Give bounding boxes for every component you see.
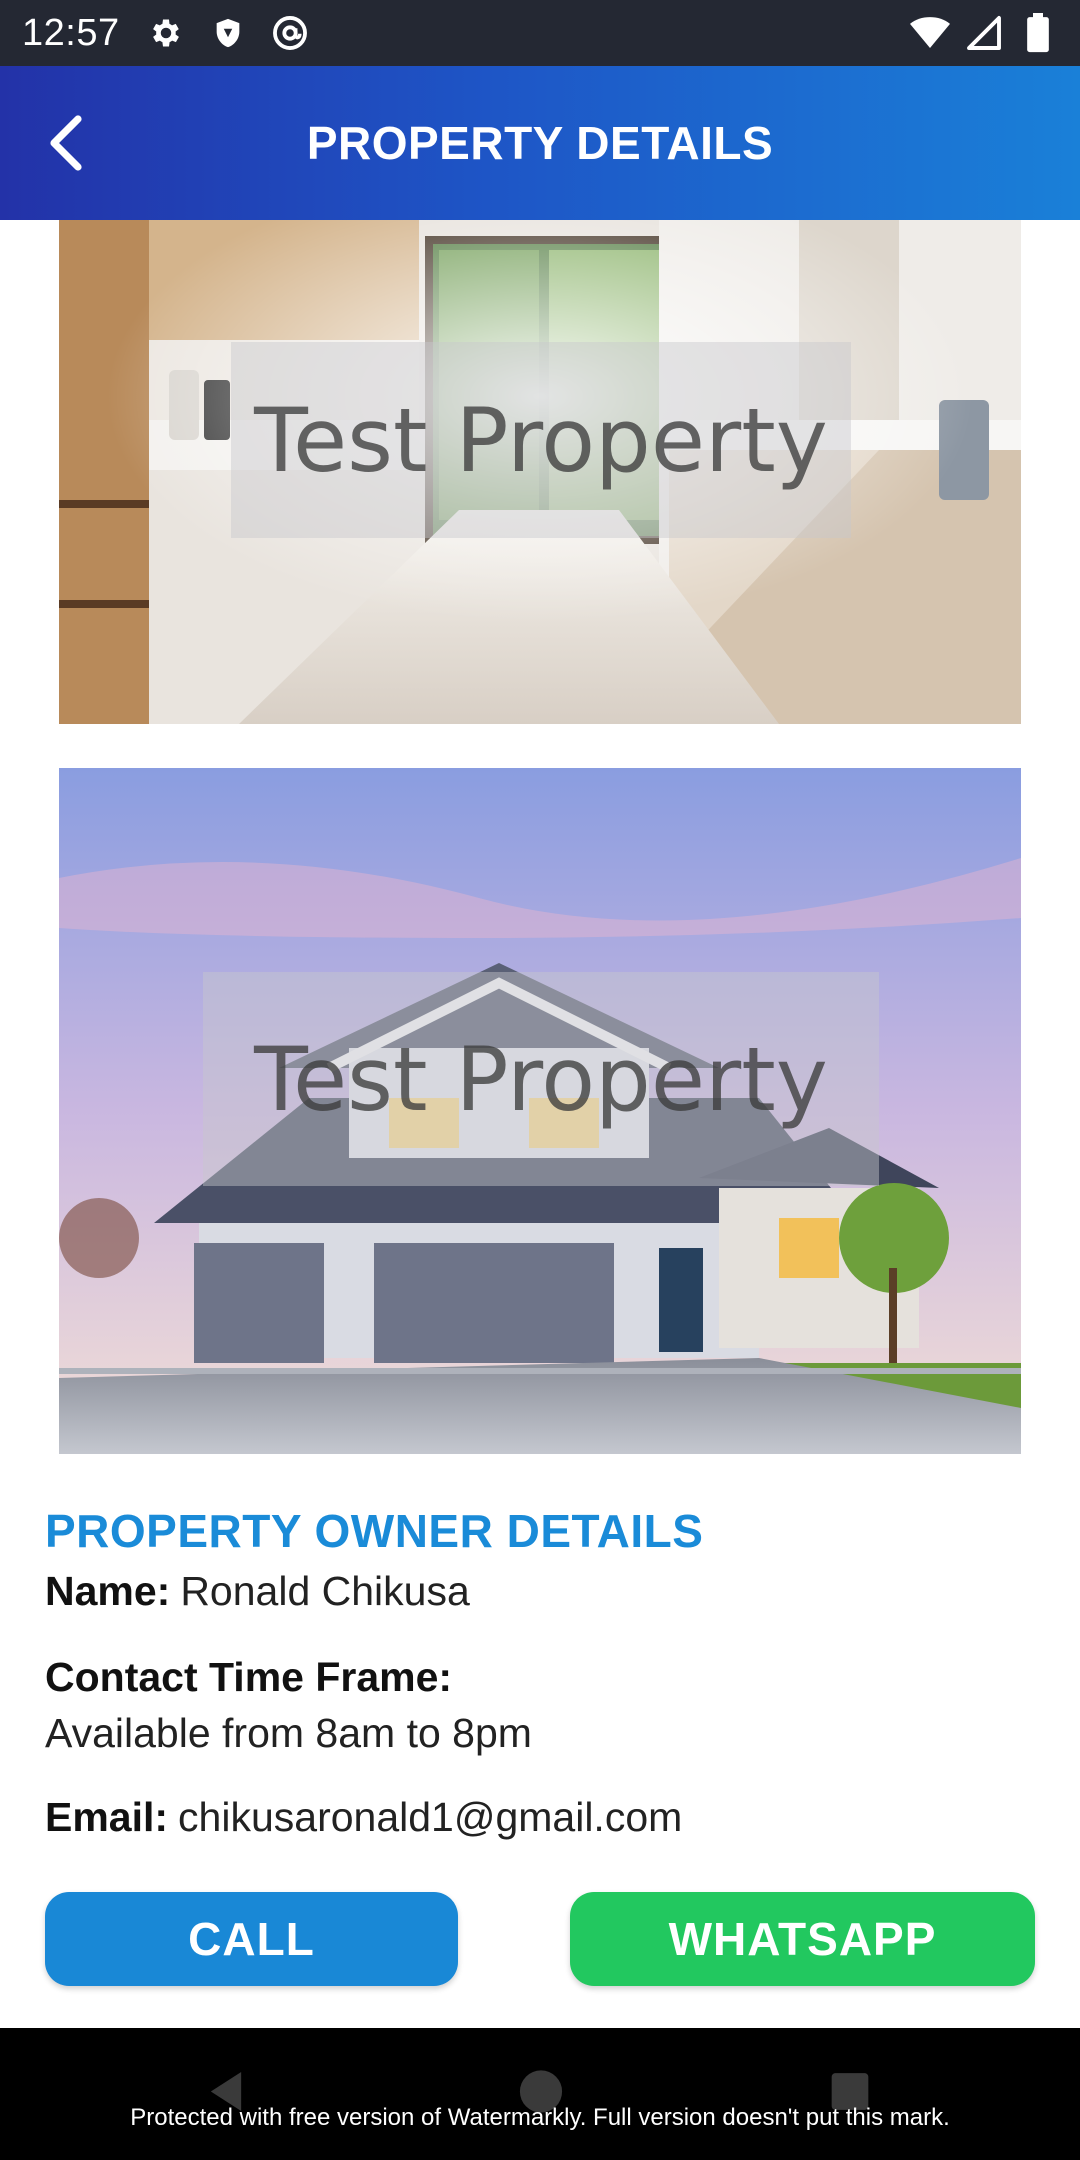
property-image-house[interactable]: Test Property [59,768,1021,1454]
call-button[interactable]: CALL [45,1892,458,1986]
system-nav-bar [0,2028,1080,2160]
watermark-text: Test Property [254,388,828,492]
cell-signal-icon [964,13,1004,53]
owner-email-row: Email: chikusaronald1@gmail.com [45,1794,682,1841]
wifi-icon [910,13,950,53]
owner-name-value: Ronald Chikusa [180,1568,470,1614]
shield-icon [208,13,248,53]
status-icons-left [146,13,310,53]
watermark-text: Test Property [254,1027,828,1131]
whatsapp-button[interactable]: WHATSAPP [570,1892,1035,1986]
battery-icon [1018,13,1058,53]
owner-name-label: Name: [45,1568,171,1614]
footer-watermark-text: Protected with free version of Watermark… [130,2104,950,2131]
status-icons-right [910,13,1058,53]
status-time: 12:57 [22,11,120,54]
back-button[interactable] [36,113,96,173]
image-watermark: Test Property [231,342,851,538]
page-title: PROPERTY DETAILS [306,117,774,169]
owner-email-value[interactable]: chikusaronald1@gmail.com [178,1794,682,1840]
app-bar: PROPERTY DETAILS [0,66,1080,220]
owner-email-label: Email: [45,1794,169,1840]
status-bar: 12:57 [0,0,1080,66]
at-sign-icon [270,13,310,53]
owner-details-heading: PROPERTY OWNER DETAILS [45,1505,704,1557]
contact-time-label: Contact Time Frame: [45,1654,453,1700]
owner-name-row: Name: Ronald Chikusa [45,1568,470,1615]
contact-time-value: Available from 8am to 8pm [45,1710,532,1756]
settings-icon [146,13,186,53]
chevron-left-icon [50,115,82,171]
property-image-kitchen[interactable]: Test Property [59,220,1021,724]
image-watermark: Test Property [203,972,879,1186]
